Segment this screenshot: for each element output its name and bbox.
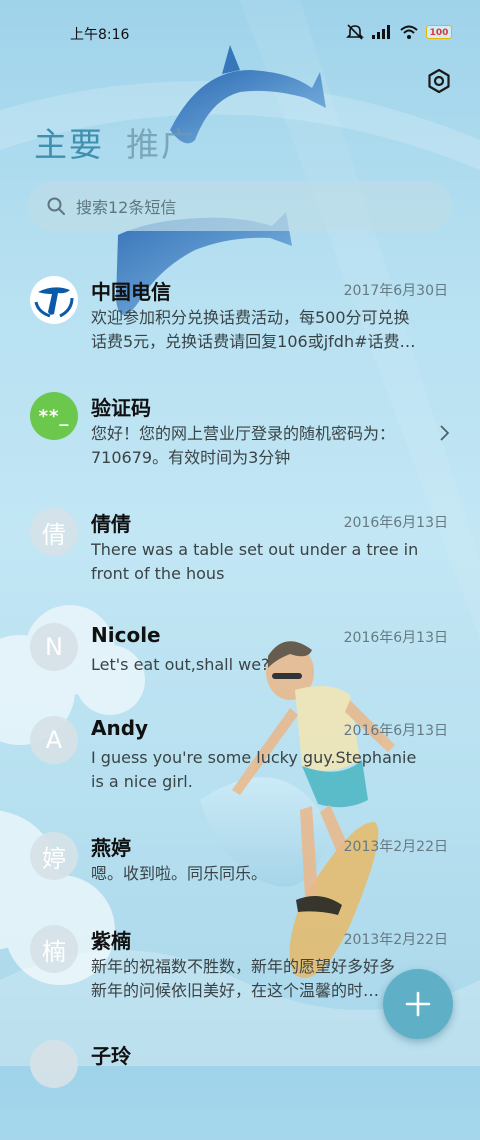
gear-icon [428, 68, 450, 94]
battery-icon: 100 [426, 25, 452, 39]
mute-icon [346, 24, 364, 40]
tab-promotions[interactable]: 推广 [126, 118, 196, 166]
status-icons: 100 [346, 24, 452, 40]
conversation-item[interactable]: A Andy 2016年6月13日 I guess you're some lu… [0, 716, 480, 816]
message-preview: I guess you're some lucky guy.Stephanie … [91, 746, 447, 794]
chevron-right-icon[interactable] [437, 424, 451, 442]
preview-line: 话费5元，兑换话费请回复106或jfdh#话费… [91, 332, 416, 351]
avatar: **_ [30, 392, 78, 440]
search-icon [47, 197, 65, 215]
preview-line: 新年的祝福数不胜数，新年的愿望好多好多 [91, 957, 396, 976]
preview-line: front of the hous [91, 564, 225, 583]
conversation-item[interactable]: **_ 验证码 您好！您的网上营业厅登录的随机密码为： 710679。有效时间为… [0, 392, 480, 492]
settings-button[interactable] [424, 66, 454, 96]
avatar: 婷 [30, 832, 78, 880]
avatar: 楠 [30, 925, 78, 973]
message-date: 2013年2月22日 [343, 839, 448, 855]
avatar [30, 276, 78, 324]
conversation-item[interactable]: 中国电信 2017年6月30日 欢迎参加积分兑换话费活动，每500分可兑换 话费… [0, 276, 480, 376]
china-telecom-logo [34, 287, 74, 318]
message-date: 2016年6月13日 [343, 630, 448, 646]
preview-line: 您好！您的网上营业厅登录的随机密码为： [91, 424, 396, 443]
wifi-icon [400, 25, 418, 39]
preview-line: 710679。有效时间为3分钟 [91, 448, 291, 467]
message-preview: 欢迎参加积分兑换话费活动，每500分可兑换 话费5元，兑换话费请回复106或jf… [91, 306, 447, 354]
conversation-item[interactable]: 婷 燕婷 2013年2月22日 嗯。收到啦。同乐同乐。 [0, 832, 480, 932]
status-time: 上午8:16 [70, 27, 130, 43]
message-preview: 嗯。收到啦。同乐同乐。 [91, 862, 447, 886]
avatar: N [30, 623, 78, 671]
sender-name: 燕婷 [91, 836, 131, 860]
message-date: 2017年6月30日 [343, 283, 448, 299]
sender-name: 中国电信 [91, 280, 171, 304]
message-preview: Let's eat out,shall we? [91, 653, 447, 677]
tab-bar: 主要 推广 [34, 118, 196, 166]
sender-name: Andy [91, 716, 149, 740]
sender-name: 紫楠 [91, 929, 131, 953]
sender-name: 子玲 [91, 1044, 131, 1068]
message-date: 2013年2月22日 [343, 932, 448, 948]
search-bar[interactable]: 搜索12条短信 [28, 181, 452, 231]
signal-icon [372, 25, 392, 39]
avatar: A [30, 716, 78, 764]
message-preview: There was a table set out under a tree i… [91, 538, 447, 586]
conversation-item[interactable]: 子玲 [0, 1040, 480, 1140]
search-input[interactable]: 搜索12条短信 [76, 194, 176, 218]
preview-line: There was a table set out under a tree i… [91, 540, 419, 559]
conversation-item[interactable]: 倩 倩倩 2016年6月13日 There was a table set ou… [0, 508, 480, 608]
message-preview: 您好！您的网上营业厅登录的随机密码为： 710679。有效时间为3分钟 [91, 422, 426, 470]
preview-line: I guess you're some lucky guy.Stephanie [91, 748, 417, 767]
avatar [30, 1040, 78, 1088]
preview-line: 欢迎参加积分兑换话费活动，每500分可兑换 [91, 308, 410, 327]
compose-button[interactable] [383, 969, 453, 1039]
sender-name: Nicole [91, 623, 161, 647]
preview-line: is a nice girl. [91, 772, 193, 791]
preview-line: 嗯。收到啦。同乐同乐。 [91, 864, 268, 883]
sender-name: 验证码 [91, 396, 151, 420]
conversation-item[interactable]: N Nicole 2016年6月13日 Let's eat out,shall … [0, 623, 480, 723]
message-date: 2016年6月13日 [343, 723, 448, 739]
status-bar: 上午8:16 100 [0, 0, 480, 66]
plus-icon [405, 991, 431, 1017]
sender-name: 倩倩 [91, 512, 131, 536]
avatar: 倩 [30, 508, 78, 556]
tab-primary[interactable]: 主要 [34, 118, 104, 166]
message-date: 2016年6月13日 [343, 515, 448, 531]
preview-line: Let's eat out,shall we? [91, 655, 270, 674]
